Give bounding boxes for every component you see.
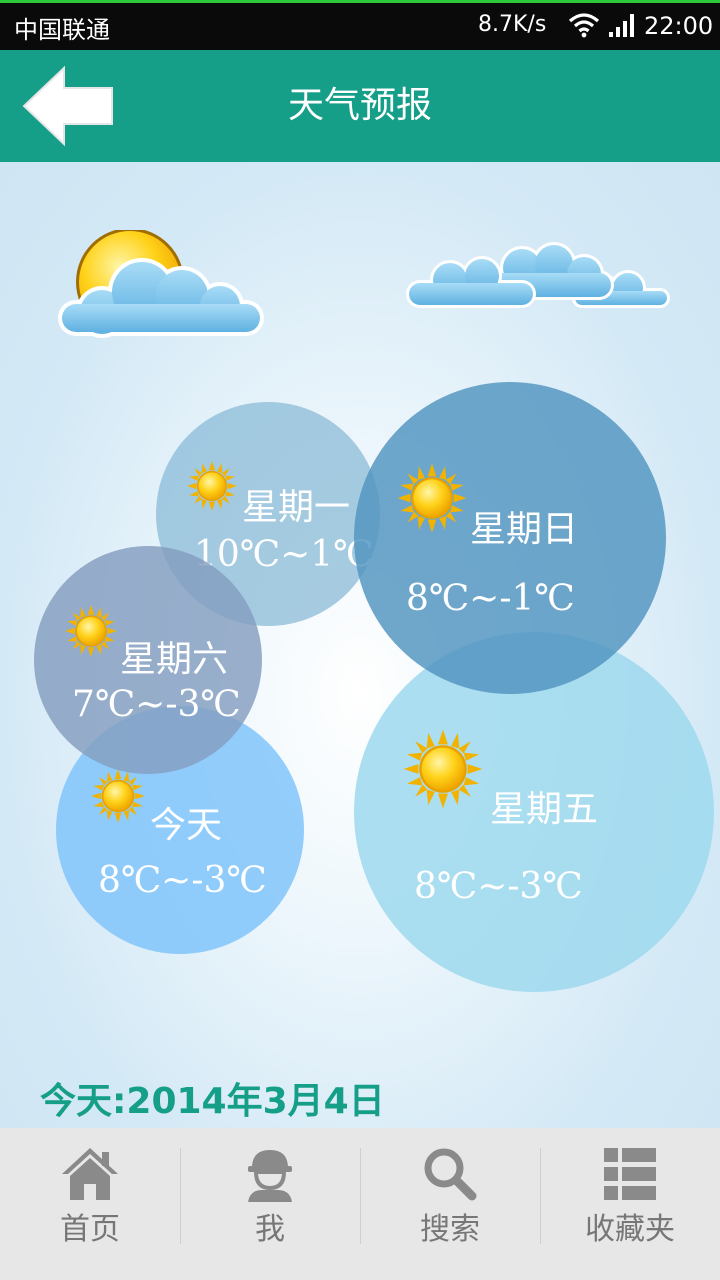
user-icon [248, 1150, 292, 1202]
sunny-icon [186, 460, 238, 512]
sunny-icon [90, 768, 146, 824]
app-header: 天气预报 [0, 50, 720, 162]
forecast-temp-range: 7℃~-3℃ [72, 684, 241, 725]
tab-label: 搜索 [420, 1212, 480, 1247]
forecast-temp-range: 8℃~-3℃ [98, 860, 267, 901]
cloud-icon [406, 242, 670, 308]
favorites-list-icon [604, 1148, 656, 1200]
forecast-bubble-sunday[interactable]: 星期日 8℃~-1℃ [354, 382, 666, 694]
search-icon [424, 1148, 477, 1201]
forecast-day-label: 星期一 [242, 487, 351, 528]
forecast-day-label: 今天 [150, 805, 223, 846]
forecast-bubble-saturday[interactable]: 星期六 7℃~-3℃ [34, 546, 262, 774]
forecast-temp-range: 8℃~-3℃ [414, 866, 583, 907]
sunny-icon [402, 728, 484, 810]
tab-home[interactable]: 首页 [0, 1128, 180, 1280]
forecast-day-label: 星期六 [120, 639, 229, 680]
tab-favorites[interactable]: 收藏夹 [540, 1128, 720, 1280]
wifi-icon [568, 13, 600, 38]
forecast-day-label: 星期五 [490, 789, 599, 830]
sunny-icon [64, 604, 118, 658]
tab-label: 我 [255, 1212, 285, 1247]
status-bar: 中国联通 8.7K/s 22:00 [0, 0, 720, 50]
tab-label: 收藏夹 [585, 1212, 675, 1247]
arrow-left-icon [22, 65, 113, 147]
tab-search[interactable]: 搜索 [360, 1128, 540, 1280]
carrier-name: 中国联通 [14, 16, 110, 44]
tab-me[interactable]: 我 [180, 1128, 360, 1280]
sunny-icon [396, 462, 468, 534]
home-icon [62, 1148, 118, 1200]
bottom-tab-bar: 首页 我 搜索 收藏夹 [0, 1128, 720, 1280]
clock: 22:00 [644, 12, 714, 40]
back-button[interactable] [18, 64, 118, 148]
forecast-temp-range: 8℃~-1℃ [406, 578, 575, 619]
current-date: 今天:2014年3月4日 [40, 1081, 385, 1122]
forecast-day-label: 星期日 [470, 509, 579, 550]
signal-strength-icon [609, 14, 634, 37]
network-speed: 8.7K/s [478, 12, 547, 37]
tab-label: 首页 [60, 1212, 120, 1247]
sun-behind-cloud-icon [58, 230, 264, 338]
forecast-temp-range: 10℃~1℃ [194, 534, 374, 575]
forecast-area: 星期一 10℃~1℃ 星期五 8℃~-3℃ 星期日 8℃~-1℃ 今天 8℃~-… [0, 162, 720, 1128]
status-bar-accent-line [0, 0, 720, 3]
